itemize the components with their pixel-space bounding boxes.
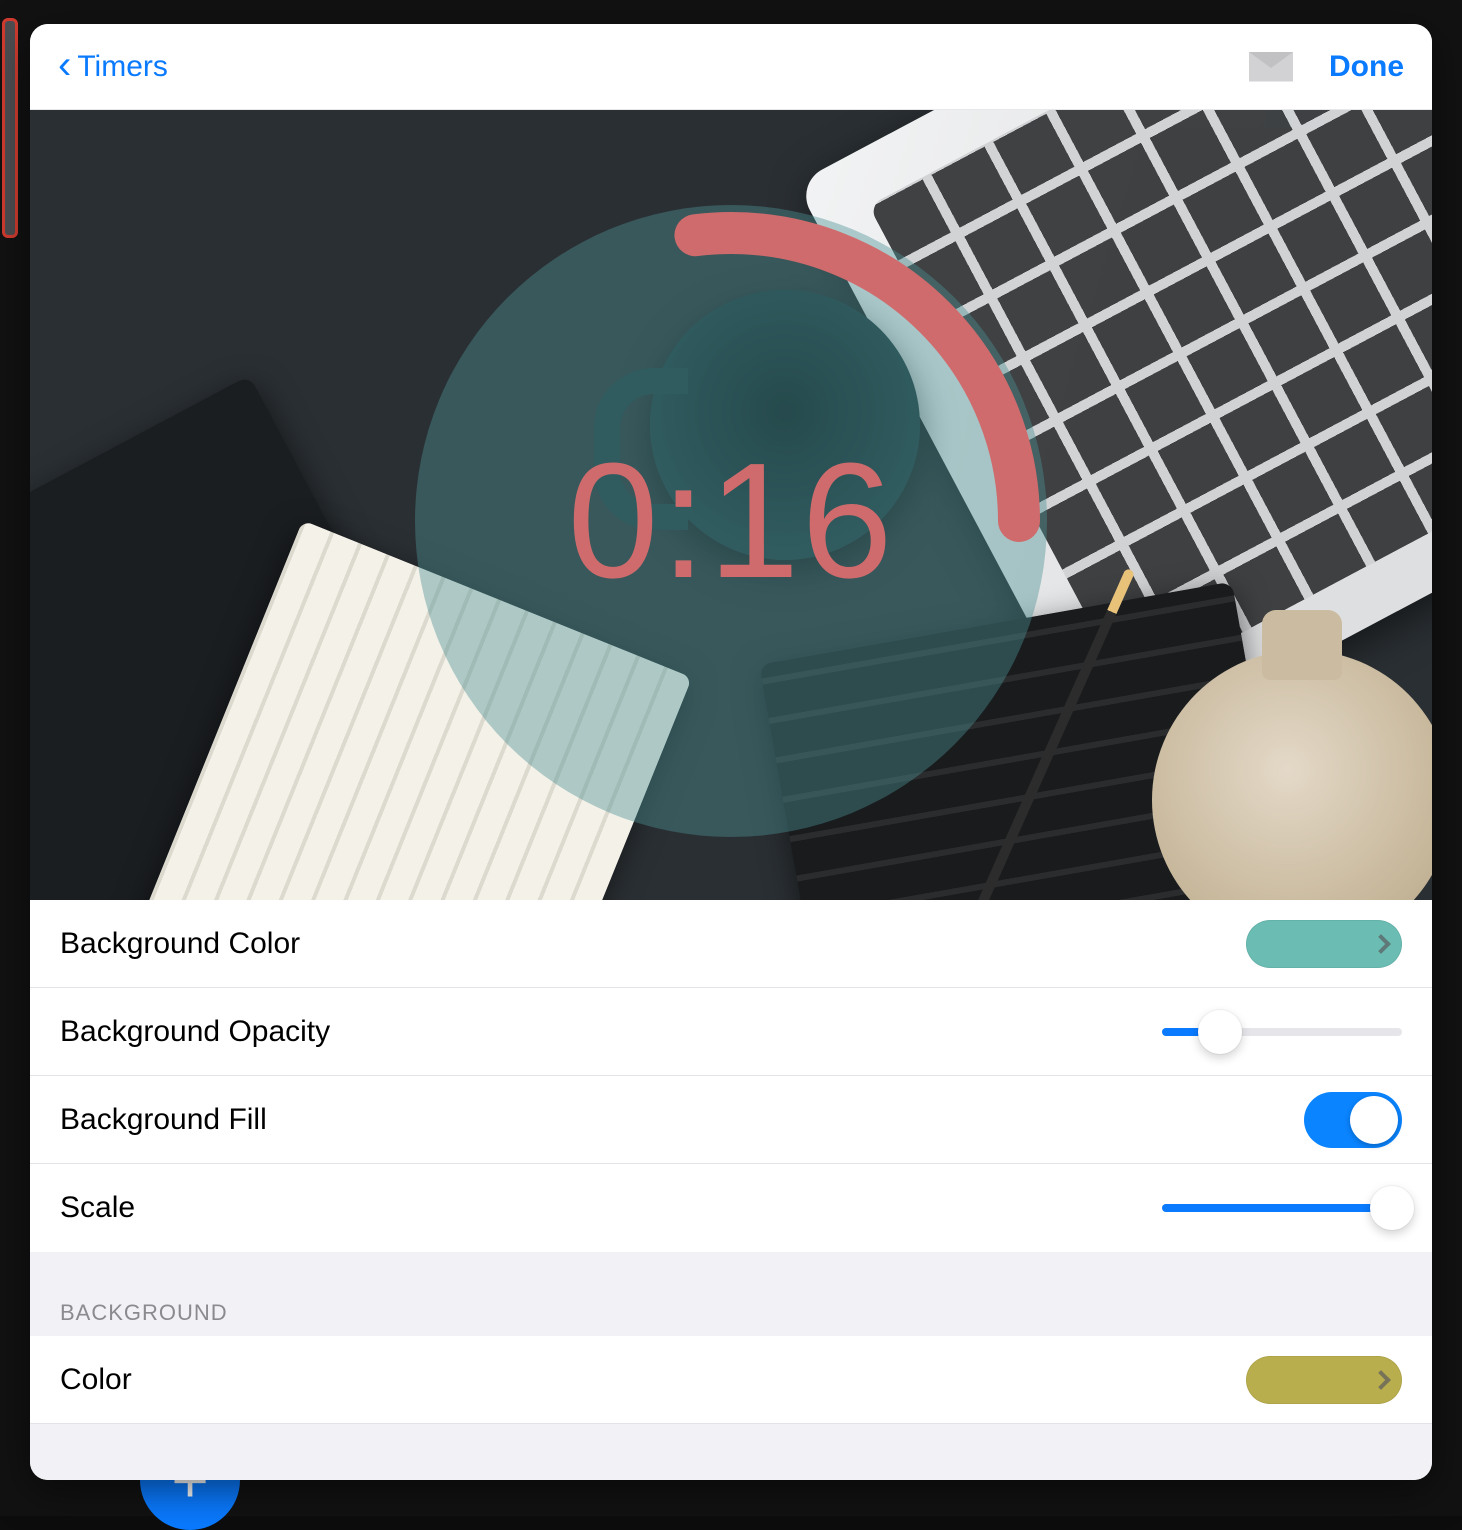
row-scale: Scale: [30, 1164, 1432, 1252]
chevron-left-icon: ‹: [58, 45, 71, 85]
chevron-right-icon: [1371, 1370, 1391, 1390]
row-label: Background Color: [60, 927, 300, 961]
settings-list[interactable]: Background Color Background Opacity: [30, 900, 1432, 1480]
row-background-color[interactable]: Background Color: [30, 900, 1432, 988]
row-background-fill: Background Fill: [30, 1076, 1432, 1164]
timer-settings-modal: ‹ Timers Done 0:16: [30, 24, 1432, 1480]
row-label: Scale: [60, 1191, 135, 1225]
toggle-knob: [1350, 1096, 1398, 1144]
toggle-background-fill[interactable]: [1304, 1092, 1402, 1148]
mail-icon[interactable]: [1249, 52, 1293, 82]
backdrop-selected-source: [2, 18, 18, 238]
back-label: Timers: [77, 50, 168, 84]
chevron-right-icon: [1371, 934, 1391, 954]
slider-fill: [1162, 1204, 1392, 1212]
slider-background-opacity[interactable]: [1162, 1028, 1402, 1036]
row-color[interactable]: Color: [30, 1336, 1432, 1424]
section-header-background: BACKGROUND: [30, 1252, 1432, 1336]
timer-circle: 0:16: [415, 205, 1047, 837]
back-button[interactable]: ‹ Timers: [58, 47, 168, 87]
modal-nav-bar: ‹ Timers Done: [30, 24, 1432, 110]
slider-thumb[interactable]: [1198, 1010, 1242, 1054]
timer-display: 0:16: [567, 427, 894, 615]
done-button[interactable]: Done: [1329, 50, 1404, 84]
row-label: Background Fill: [60, 1103, 267, 1137]
color-swatch-bgcolor[interactable]: [1246, 920, 1402, 968]
row-label: Color: [60, 1363, 132, 1397]
row-background-opacity: Background Opacity: [30, 988, 1432, 1076]
slider-scale[interactable]: [1162, 1204, 1402, 1212]
timer-preview: 0:16: [30, 110, 1432, 900]
slider-thumb[interactable]: [1370, 1186, 1414, 1230]
row-label: Background Opacity: [60, 1015, 330, 1049]
color-swatch-color[interactable]: [1246, 1356, 1402, 1404]
